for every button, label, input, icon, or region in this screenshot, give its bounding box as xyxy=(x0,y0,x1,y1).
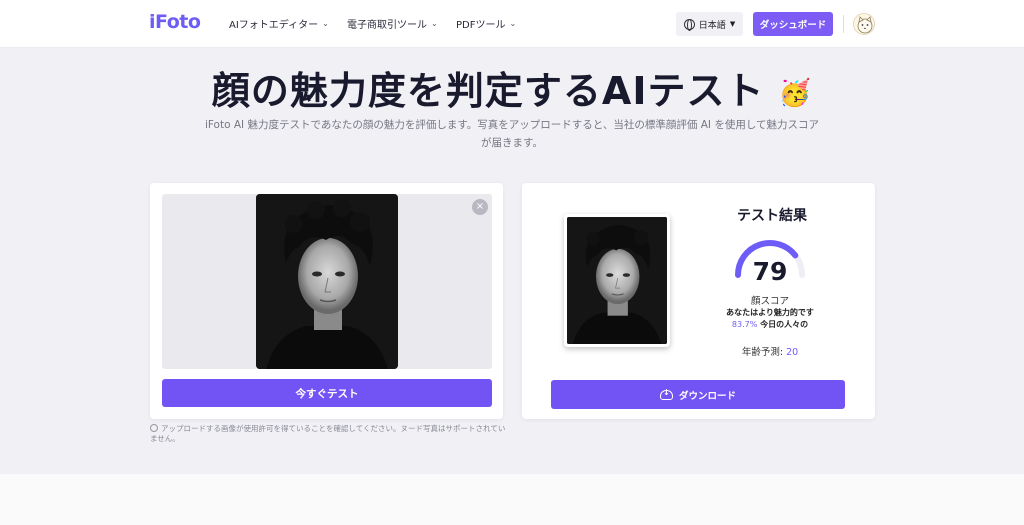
portrait-image xyxy=(256,194,398,369)
dashboard-button[interactable]: ダッシュボード xyxy=(753,12,833,36)
cloud-download-icon xyxy=(659,388,673,400)
score-description: あなたはより魅力的です 83.7% 今日の人々の xyxy=(720,307,820,331)
info-icon xyxy=(150,424,158,432)
ifoto-logo[interactable]: iFoto xyxy=(149,11,201,33)
upload-preview-area[interactable]: × xyxy=(162,194,492,369)
score-desc-prefix: あなたはより魅力的です xyxy=(726,308,814,317)
result-card: テスト結果 79 顔スコア あなたはより魅力的です 83.7% 今日の人々の 年… xyxy=(522,183,875,419)
result-photo xyxy=(564,214,670,347)
nav-ai-photo-editor[interactable]: AIフォトエディター ⌄ xyxy=(229,16,329,31)
disclaimer-text: アップロードする画像が使用許可を得ていることを確認してください。ヌード写真はサポ… xyxy=(150,424,506,443)
nav-pdf-tools[interactable]: PDFツール ⌄ xyxy=(456,16,516,31)
chevron-down-icon: ⌄ xyxy=(509,19,517,28)
chevron-down-icon: ⌄ xyxy=(431,19,438,28)
upload-disclaimer: アップロードする画像が使用許可を得ていることを確認してください。ヌード写真はサポ… xyxy=(150,424,508,444)
upload-card: × 今すぐテスト xyxy=(150,183,503,419)
caret-down-icon: ▼ xyxy=(729,20,736,28)
score-percentile: 83.7% xyxy=(731,320,758,329)
score-desc-suffix: 今日の人々の xyxy=(760,320,809,329)
age-label: 年齢予測: xyxy=(741,347,784,358)
remove-photo-button[interactable]: × xyxy=(472,199,488,215)
cat-avatar-icon xyxy=(857,16,873,34)
result-title: テスト結果 xyxy=(737,208,807,224)
download-button[interactable]: ダウンロード xyxy=(551,380,845,409)
user-avatar[interactable] xyxy=(853,13,875,35)
score-label: 顔スコア xyxy=(750,296,789,307)
page-title: 顔の魅力度を判定するAIテスト 🥳 xyxy=(0,60,1024,115)
globe-icon xyxy=(683,18,695,31)
age-value: 20 xyxy=(786,347,799,358)
nav-label: AIフォトエディター xyxy=(229,20,319,31)
footer-band xyxy=(0,474,1024,525)
age-prediction: 年齢予測: 20 xyxy=(720,344,820,358)
download-label: ダウンロード xyxy=(678,390,736,402)
portrait-thumbnail xyxy=(567,217,667,344)
uploaded-photo xyxy=(256,194,398,369)
party-face-emoji: 🥳 xyxy=(778,78,813,109)
page-title-text: 顔の魅力度を判定するAIテスト xyxy=(211,69,765,113)
language-label: 日本語 xyxy=(698,20,726,31)
top-nav-bar: iFoto AIフォトエディター ⌄ 電子商取引ツール ⌄ PDFツール ⌄ 日… xyxy=(0,0,1024,48)
test-now-button[interactable]: 今すぐテスト xyxy=(162,379,492,407)
nav-ecommerce-tools[interactable]: 電子商取引ツール ⌄ xyxy=(347,16,438,31)
language-selector[interactable]: 日本語 ▼ xyxy=(676,12,743,36)
page-description: iFoto AI 魅力度テストであなたの顔の魅力を評価します。写真をアップロード… xyxy=(204,119,820,149)
score-value: 79 xyxy=(752,257,788,286)
header-divider xyxy=(843,15,844,33)
nav-label: 電子商取引ツール xyxy=(347,20,427,31)
chevron-down-icon: ⌄ xyxy=(322,19,329,28)
nav-label: PDFツール xyxy=(456,20,506,31)
